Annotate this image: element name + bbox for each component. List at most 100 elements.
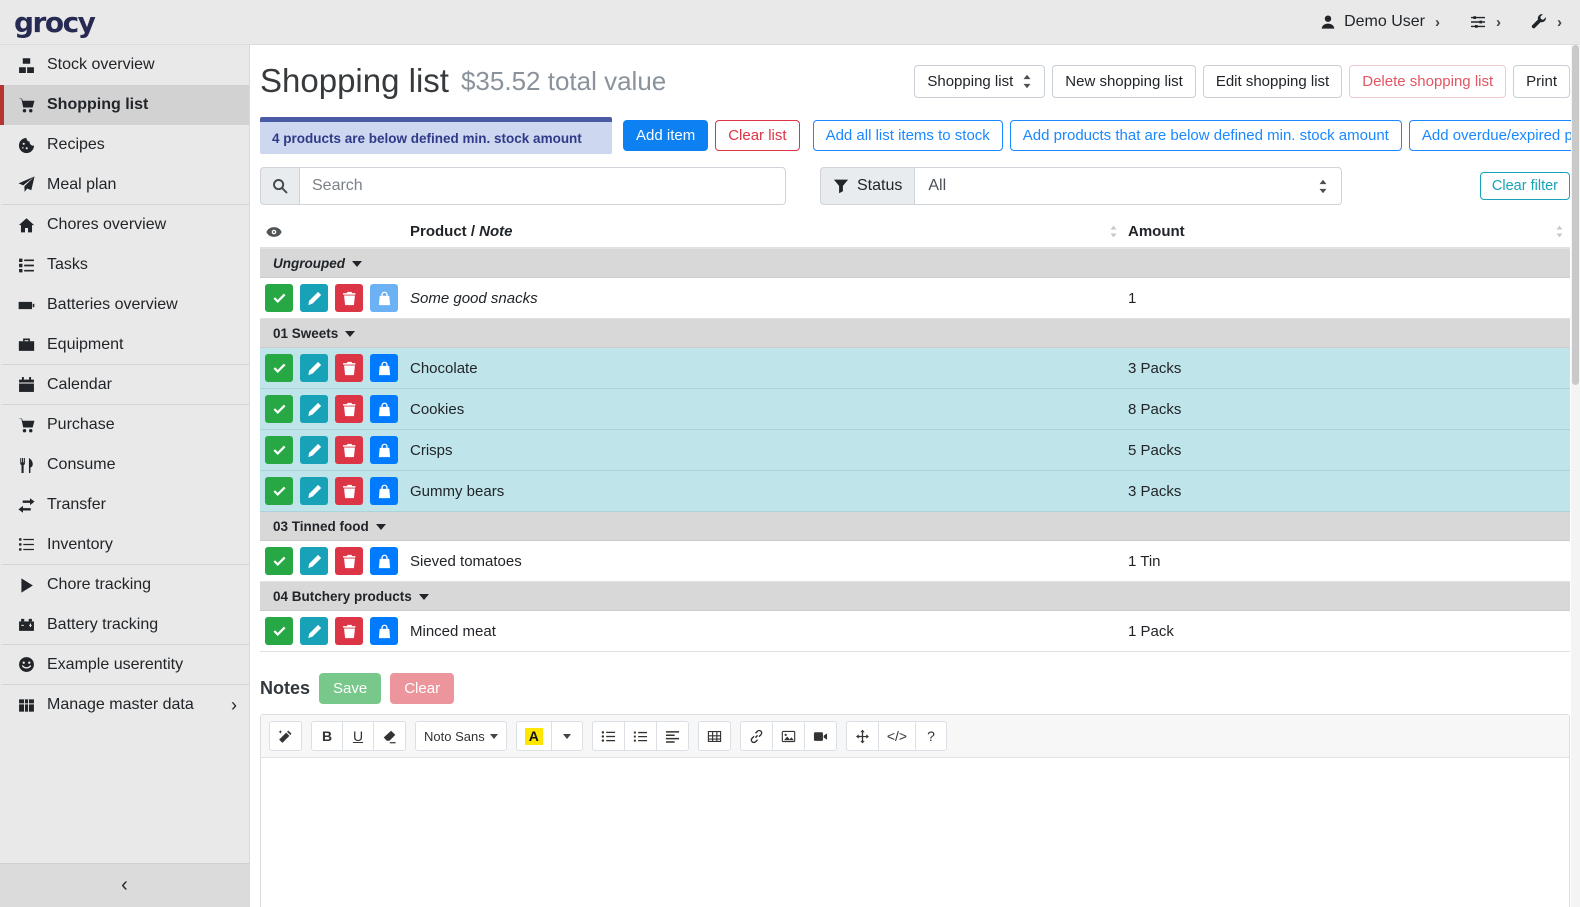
- new-shopping-list-button[interactable]: New shopping list: [1052, 65, 1196, 98]
- ordered-list-button[interactable]: [624, 721, 657, 751]
- sidebar-item-transfer[interactable]: Transfer: [0, 485, 249, 525]
- text-color-button[interactable]: A: [516, 721, 552, 751]
- sidebar-item-purchase[interactable]: Purchase: [0, 405, 249, 445]
- group-header-ungrouped[interactable]: Ungrouped: [260, 249, 1570, 278]
- bold-button[interactable]: B: [311, 721, 343, 751]
- sidebar-item-label: Calendar: [47, 376, 112, 394]
- sort-icon[interactable]: [1109, 225, 1118, 238]
- add-below-min-stock-button[interactable]: Add products that are below defined min.…: [1010, 120, 1402, 151]
- insert-picture-button[interactable]: [772, 721, 805, 751]
- add-all-to-stock-button[interactable]: Add all list items to stock: [813, 120, 1003, 151]
- mark-done-button[interactable]: [265, 284, 293, 312]
- table-header: Product / Note Amount: [260, 216, 1570, 249]
- status-select[interactable]: All: [914, 167, 1342, 205]
- shopping-list-select[interactable]: Shopping list: [914, 65, 1045, 98]
- edit-item-button[interactable]: [300, 617, 328, 645]
- add-item-button[interactable]: Add item: [623, 120, 708, 151]
- add-to-stock-button[interactable]: [370, 354, 398, 382]
- total-value: $35.52 total value: [461, 66, 666, 97]
- underline-button[interactable]: U: [342, 721, 374, 751]
- edit-item-button[interactable]: [300, 284, 328, 312]
- help-button[interactable]: ?: [915, 721, 947, 751]
- sidebar-item-recipes[interactable]: Recipes: [0, 125, 249, 165]
- edit-item-button[interactable]: [300, 436, 328, 464]
- add-to-stock-button[interactable]: [370, 436, 398, 464]
- edit-item-button[interactable]: [300, 547, 328, 575]
- style-magic-button[interactable]: [269, 721, 302, 751]
- print-button[interactable]: Print: [1513, 65, 1570, 98]
- mark-done-button[interactable]: [265, 395, 293, 423]
- save-notes-button[interactable]: Save: [319, 673, 381, 704]
- add-to-stock-button[interactable]: [370, 477, 398, 505]
- add-overdue-products-button[interactable]: Add overdue/expired products: [1409, 120, 1580, 151]
- sidebar-item-equipment[interactable]: Equipment: [0, 325, 249, 365]
- mark-done-button[interactable]: [265, 354, 293, 382]
- codeview-button[interactable]: </>: [878, 721, 916, 751]
- insert-video-button[interactable]: [804, 721, 837, 751]
- grocy-logo[interactable]: grocy: [14, 6, 248, 39]
- delete-shopping-list-button[interactable]: Delete shopping list: [1349, 65, 1506, 98]
- delete-item-button[interactable]: [335, 395, 363, 423]
- mark-done-button[interactable]: [265, 436, 293, 464]
- unordered-list-button[interactable]: [592, 721, 625, 751]
- sort-icon[interactable]: [1555, 225, 1564, 238]
- sidebar-item-shopping-list[interactable]: Shopping list: [0, 85, 249, 125]
- delete-item-button[interactable]: [335, 436, 363, 464]
- sidebar-item-consume[interactable]: Consume: [0, 445, 249, 485]
- paragraph-align-button[interactable]: [656, 721, 689, 751]
- sidebar-item-calendar[interactable]: Calendar: [0, 365, 249, 405]
- delete-item-button[interactable]: [335, 354, 363, 382]
- list-icon: [16, 536, 36, 553]
- settings-menu[interactable]: ›: [1470, 14, 1501, 31]
- sidebar-item-inventory[interactable]: Inventory: [0, 525, 249, 565]
- scrollbar-thumb[interactable]: [1572, 45, 1579, 385]
- amount: 1 Tin: [1128, 553, 1570, 570]
- sidebar-item-manage-master-data[interactable]: Manage master data›: [0, 685, 249, 725]
- clear-list-button[interactable]: Clear list: [715, 120, 799, 151]
- font-family-select[interactable]: Noto Sans: [415, 721, 507, 751]
- group-header-tinned-food[interactable]: 03 Tinned food: [260, 512, 1570, 541]
- eraser-button[interactable]: [373, 721, 406, 751]
- edit-item-button[interactable]: [300, 395, 328, 423]
- delete-item-button[interactable]: [335, 477, 363, 505]
- sidebar-collapse-button[interactable]: ‹: [0, 863, 249, 907]
- fullscreen-button[interactable]: [846, 721, 879, 751]
- edit-shopping-list-button[interactable]: Edit shopping list: [1203, 65, 1342, 98]
- add-to-stock-button[interactable]: [370, 617, 398, 645]
- mark-done-button[interactable]: [265, 547, 293, 575]
- funnel-icon: [833, 178, 849, 194]
- add-to-stock-button[interactable]: [370, 547, 398, 575]
- delete-item-button[interactable]: [335, 284, 363, 312]
- sidebar-item-example-userentity[interactable]: Example userentity: [0, 645, 249, 685]
- insert-table-button[interactable]: [698, 721, 731, 751]
- admin-menu[interactable]: ›: [1531, 14, 1562, 31]
- clear-filter-button[interactable]: Clear filter: [1480, 172, 1570, 200]
- delete-item-button[interactable]: [335, 617, 363, 645]
- sidebar-item-chore-tracking[interactable]: Chore tracking: [0, 565, 249, 605]
- group-header-sweets[interactable]: 01 Sweets: [260, 319, 1570, 348]
- add-to-stock-button[interactable]: [370, 395, 398, 423]
- search-input[interactable]: [299, 167, 786, 205]
- delete-item-button[interactable]: [335, 547, 363, 575]
- add-to-stock-button[interactable]: [370, 284, 398, 312]
- mark-done-button[interactable]: [265, 477, 293, 505]
- sidebar-item-stock-overview[interactable]: Stock overview: [0, 45, 249, 85]
- color-dropdown-button[interactable]: [551, 721, 583, 751]
- user-menu[interactable]: Demo User ›: [1320, 13, 1440, 31]
- insert-link-button[interactable]: [740, 721, 773, 751]
- edit-item-button[interactable]: [300, 354, 328, 382]
- group-header-butchery-products[interactable]: 04 Butchery products: [260, 582, 1570, 611]
- product-name: Gummy bears: [410, 483, 1128, 500]
- sidebar-item-tasks[interactable]: Tasks: [0, 245, 249, 285]
- mark-done-button[interactable]: [265, 617, 293, 645]
- table-row: Gummy bears 3 Packs: [260, 471, 1570, 512]
- sidebar-item-batteries-overview[interactable]: Batteries overview: [0, 285, 249, 325]
- eye-icon[interactable]: [266, 224, 282, 240]
- notes-editor[interactable]: [261, 758, 1569, 907]
- edit-item-button[interactable]: [300, 477, 328, 505]
- scrollbar-track[interactable]: [1571, 45, 1580, 907]
- sidebar-item-meal-plan[interactable]: Meal plan: [0, 165, 249, 205]
- sidebar-item-battery-tracking[interactable]: Battery tracking: [0, 605, 249, 645]
- sidebar-item-chores-overview[interactable]: Chores overview: [0, 205, 249, 245]
- clear-notes-button[interactable]: Clear: [390, 673, 454, 704]
